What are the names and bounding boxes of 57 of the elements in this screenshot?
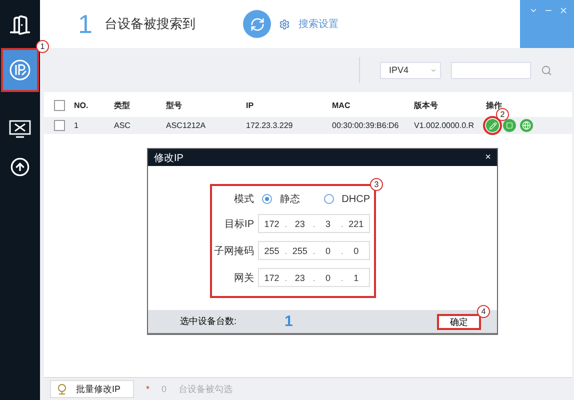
callout-badge: 3 — [370, 178, 383, 191]
table-cell-text: 172.23.3.229 — [246, 121, 294, 130]
column-header: MAC — [332, 101, 352, 110]
pencil-icon — [488, 122, 496, 130]
mode-radio[interactable]: DHCP — [324, 194, 370, 204]
ip-icon — [9, 59, 31, 81]
browser-button[interactable] — [520, 119, 533, 132]
table-cell-text: 1 — [74, 121, 80, 130]
field-label: 子网掩码 — [213, 244, 254, 258]
settings-icon[interactable] — [279, 18, 290, 30]
column-header: 型号 — [166, 100, 183, 111]
field-label: 目标IP — [224, 218, 254, 230]
ip-input-field[interactable]: 255 . 255 . 0 . 0 — [258, 241, 370, 260]
field-label: 网关 — [233, 272, 254, 284]
ip-input-field[interactable]: 172 . 23 . 0 . 1 — [258, 268, 370, 287]
table-cell-text: V1.002.0000.0.R — [414, 121, 476, 130]
table-cell-text: 00:30:00:39:B6:D6 — [332, 121, 400, 130]
column-header: 类型 — [114, 100, 131, 111]
required-mark: * — [146, 384, 150, 394]
dropdown-icon[interactable] — [529, 6, 538, 15]
table-cell-text: ASC1212A — [166, 121, 207, 130]
ip-input-field[interactable]: 172 . 23 . 3 . 221 — [258, 214, 370, 233]
dropdown-caret-icon — [430, 66, 437, 74]
tools-icon — [9, 120, 31, 138]
edit-button[interactable] — [486, 119, 499, 132]
dialog-close-button[interactable]: × — [485, 152, 491, 163]
refresh-icon — [250, 16, 265, 32]
column-header: NO. — [74, 101, 90, 110]
upload-icon — [10, 157, 30, 177]
callout-badge: 4 — [477, 304, 490, 318]
refresh-button[interactable] — [243, 10, 272, 38]
selected-devices-label: 选中设备台数: — [180, 315, 237, 328]
confirm-button[interactable]: 确定 — [437, 314, 481, 330]
batch-edit-button[interactable]: 批量修改IP — [50, 380, 134, 398]
select-all-checkbox[interactable] — [54, 100, 64, 111]
device-count: 1 — [78, 8, 92, 40]
dialog-title: 修改IP — [154, 152, 184, 164]
column-header: 版本号 — [414, 100, 439, 111]
search-field[interactable] — [451, 62, 531, 78]
door-icon — [9, 14, 31, 36]
checked-count: 0 — [162, 384, 167, 394]
field-label: 模式 — [233, 192, 254, 206]
checked-label: 台设备被勾选 — [178, 382, 233, 396]
square-icon — [506, 122, 513, 129]
selected-devices-count: 1 — [284, 313, 293, 330]
column-header: IP — [246, 101, 255, 110]
browser-icon — [522, 121, 531, 130]
table-cell-text: ASC — [114, 121, 132, 130]
row-checkbox[interactable] — [54, 120, 64, 131]
count-label: 台设备被搜索到 — [104, 15, 196, 33]
mode-radio[interactable]: 静态 — [262, 192, 300, 206]
callout-badge: 2 — [496, 108, 509, 121]
protocol-select[interactable]: IPV4 — [380, 62, 441, 78]
column-header: 操作 — [486, 100, 503, 111]
search-icon[interactable] — [541, 64, 552, 76]
close-icon[interactable] — [559, 6, 568, 15]
device-button[interactable] — [503, 119, 516, 132]
